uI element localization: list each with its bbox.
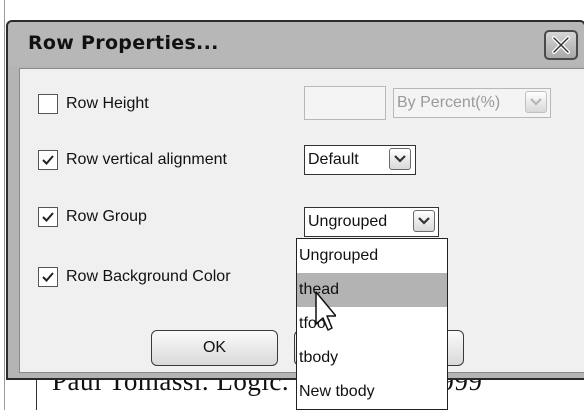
close-button[interactable] [544,30,578,60]
dialog-titlebar[interactable]: Row Properties... [8,22,584,66]
row-properties-dialog: Row Properties... Row Height By Percent(… [6,20,584,380]
close-icon [552,36,570,54]
row-group-select[interactable]: Ungrouped [304,207,439,237]
row-vertical-alignment-label: Row vertical alignment [66,151,227,168]
vertical-alignment-value: Default [308,151,359,168]
row-background-color-row: Row Background Color [20,262,231,292]
checkmark-icon [42,272,54,282]
row-group-label: Row Group [66,208,147,225]
row-height-unit-dropdown-button[interactable] [525,91,547,113]
row-vertical-alignment-row: Row vertical alignment [20,145,227,175]
row-height-unit-select[interactable]: By Percent(%) [393,88,551,118]
vertical-alignment-dropdown-button[interactable] [389,148,411,170]
row-background-color-label: Row Background Color [66,268,231,285]
row-background-color-checkbox[interactable] [38,267,58,287]
row-height-unit-value: By Percent(%) [397,94,501,111]
row-height-label: Row Height [66,95,149,112]
row-height-row: Row Height [20,89,149,119]
row-group-value: Ungrouped [308,213,388,230]
dropdown-option-tbody[interactable]: tbody [297,341,447,375]
mouse-cursor-icon [315,291,336,331]
row-group-row: Row Group [20,202,147,232]
checkmark-icon [42,212,54,222]
ok-button[interactable]: OK [151,330,278,366]
dropdown-option-ungrouped[interactable]: Ungrouped [297,239,447,273]
row-group-dropdown-button[interactable] [413,210,435,232]
checkmark-icon [42,155,54,165]
dropdown-option-new-tbody[interactable]: New tbody [297,375,447,409]
row-height-input[interactable] [304,86,386,120]
chevron-down-icon [394,155,406,163]
dialog-title: Row Properties... [28,32,219,54]
row-height-checkbox[interactable] [38,94,58,114]
vertical-alignment-select[interactable]: Default [304,145,416,175]
background-border [4,0,5,410]
chevron-down-icon [530,98,542,106]
chevron-down-icon [418,217,430,225]
row-group-checkbox[interactable] [38,207,58,227]
row-vertical-alignment-checkbox[interactable] [38,150,58,170]
